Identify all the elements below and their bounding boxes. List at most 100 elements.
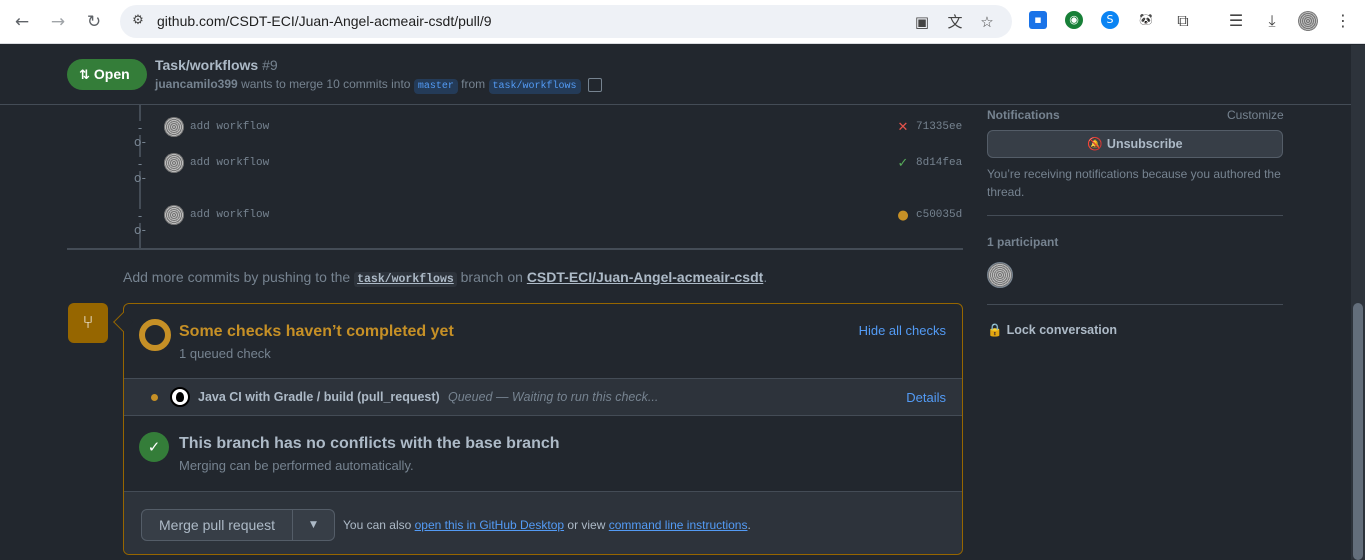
head-branch-label[interactable]: task/workflows	[488, 79, 581, 94]
github-desktop-link[interactable]: open this in GitHub Desktop	[415, 518, 564, 532]
pr-title[interactable]: Task/workflows #9	[155, 57, 278, 73]
commit-author-avatar[interactable]	[164, 117, 184, 137]
check-state: Queued — Waiting to run this check...	[448, 390, 659, 404]
commit-sha[interactable]: 71335ee	[916, 121, 962, 133]
merge-hint-suffix: .	[747, 518, 751, 532]
commit-message[interactable]: add workflow	[190, 157, 269, 169]
translate-icon[interactable]: 文	[945, 12, 965, 32]
commit-author-avatar[interactable]	[164, 205, 184, 225]
pr-state-badge: ⇅ Open	[67, 59, 147, 90]
check-row: Java CI with Gradle / build (pull_reques…	[124, 378, 962, 416]
checks-title: Some checks haven’t completed yet	[179, 323, 454, 340]
pull-request-icon: ⇅	[79, 68, 90, 83]
bell-slash-icon: 🔕	[1087, 136, 1103, 151]
checks-subtitle: 1 queued check	[179, 346, 271, 361]
lock-icon: 🔒	[987, 322, 1003, 337]
customize-link[interactable]: Customize	[1227, 108, 1284, 122]
install-icon[interactable]: ▣	[912, 12, 932, 32]
timeline-divider	[67, 248, 963, 250]
commit-sha[interactable]: 8d14fea	[916, 157, 962, 169]
reload-icon[interactable]: ↻	[82, 10, 106, 34]
pending-dot-icon[interactable]: ●	[896, 208, 910, 223]
extensions-icon[interactable]: ⧉	[1173, 10, 1193, 32]
bookmark-star-icon[interactable]: ☆	[977, 12, 997, 32]
lock-conversation-button[interactable]: 🔒 Lock conversation	[987, 322, 1117, 338]
push-note-branch[interactable]: task/workflows	[354, 272, 457, 287]
merge-hint: You can also open this in GitHub Desktop…	[343, 518, 751, 532]
check-details-link[interactable]: Details	[906, 390, 946, 405]
downloads-icon[interactable]: ⤓	[1262, 10, 1282, 32]
check-icon[interactable]: ✓	[896, 156, 910, 171]
pr-author-link[interactable]: juancamilo399	[155, 77, 238, 91]
commit-message[interactable]: add workflow	[190, 209, 269, 221]
pending-checks-icon	[139, 319, 171, 351]
copy-icon[interactable]	[587, 77, 602, 92]
extension-shazam-icon[interactable]: S	[1101, 11, 1119, 29]
github-pr-page: ⇅ Open Task/workflows #9 juancamilo399 wa…	[0, 45, 1351, 560]
hide-all-checks-link[interactable]: Hide all checks	[859, 323, 946, 338]
x-icon[interactable]: ✕	[896, 120, 910, 135]
unsubscribe-label: Unsubscribe	[1106, 137, 1183, 151]
queued-dot-icon	[151, 394, 158, 401]
extension-panda-icon[interactable]: 🐼	[1137, 11, 1155, 29]
check-name: Java CI with Gradle / build (pull_reques…	[198, 390, 440, 404]
commit-row: -o- add workflow ✓ 8d14fea	[133, 153, 963, 185]
commit-row: -o- add workflow ● c50035d	[133, 205, 963, 237]
lock-conversation-label: Lock conversation	[1006, 323, 1118, 337]
merge-hint-middle: or view	[567, 518, 606, 532]
pr-sticky-header: ⇅ Open Task/workflows #9 juancamilo399 wa…	[0, 45, 1351, 105]
pr-title-text[interactable]: Task/workflows	[155, 57, 258, 73]
media-icon[interactable]: ☰	[1226, 10, 1246, 32]
extension-screen-icon[interactable]: ▪	[1029, 11, 1047, 29]
push-note: Add more commits by pushing to the task/…	[123, 269, 768, 287]
push-note-repo-link[interactable]: CSDT-ECI/Juan-Angel-acmeair-csdt	[527, 269, 764, 285]
merge-box: Some checks haven’t completed yet 1 queu…	[113, 303, 963, 555]
git-merge-icon: ⑂	[68, 303, 108, 343]
command-line-instructions-link[interactable]: command line instructions	[609, 518, 748, 532]
merge-footer: Merge pull request ▼ You can also open t…	[124, 491, 962, 554]
participant-avatar[interactable]	[987, 262, 1013, 288]
site-settings-icon[interactable]: ⚙	[130, 13, 146, 29]
notifications-label: Notifications	[987, 108, 1060, 122]
unsubscribe-button[interactable]: 🔕 Unsubscribe	[987, 130, 1283, 158]
participants-label: 1 participant	[987, 235, 1059, 249]
push-note-middle: branch on	[460, 269, 523, 285]
commit-icon: -o-	[133, 121, 147, 149]
merge-box-caret	[113, 312, 133, 332]
commit-row: -o- add workflow ✕ 71335ee	[133, 117, 963, 149]
extension-green-icon[interactable]: ◉	[1065, 11, 1083, 29]
browser-toolbar: ← → ↻ ⚙ github.com/CSDT-ECI/Juan-Angel-a…	[0, 0, 1365, 44]
commit-message[interactable]: add workflow	[190, 121, 269, 133]
commit-icon: -o-	[133, 209, 147, 237]
notification-reason: You’re receiving notifications because y…	[987, 167, 1281, 199]
back-icon[interactable]: ←	[10, 10, 34, 34]
commit-sha[interactable]: c50035d	[916, 209, 962, 221]
sidebar-divider	[987, 304, 1283, 305]
merge-hint-prefix: You can also	[343, 518, 412, 532]
scrollbar-thumb[interactable]	[1353, 303, 1363, 560]
url-text[interactable]: github.com/CSDT-ECI/Juan-Angel-acmeair-c…	[157, 13, 492, 29]
forward-icon[interactable]: →	[46, 10, 70, 34]
pr-number: #9	[262, 57, 278, 73]
base-branch-label[interactable]: master	[413, 79, 458, 94]
github-logo-icon	[170, 387, 190, 407]
commit-icon: -o-	[133, 157, 147, 185]
sidebar-divider	[987, 215, 1283, 216]
commit-author-avatar[interactable]	[164, 153, 184, 173]
merge-method-dropdown[interactable]: ▼	[293, 509, 335, 541]
menu-icon[interactable]: ⋮	[1333, 10, 1353, 32]
triangle-down-icon: ▼	[310, 520, 317, 530]
push-note-suffix: .	[763, 269, 768, 285]
pr-from-text: from	[461, 77, 486, 91]
no-conflicts-title: This branch has no conflicts with the ba…	[179, 435, 560, 452]
pr-merge-text: wants to merge 10 commits into	[241, 77, 411, 91]
page-scrollbar[interactable]	[1351, 45, 1365, 560]
pr-state-label: Open	[93, 66, 130, 82]
no-conflicts-subtitle: Merging can be performed automatically.	[179, 458, 414, 473]
merge-pull-request-button[interactable]: Merge pull request	[141, 509, 293, 541]
profile-avatar[interactable]	[1298, 11, 1318, 31]
address-bar[interactable]: ⚙ github.com/CSDT-ECI/Juan-Angel-acmeair…	[120, 5, 1012, 38]
check-circle-icon: ✓	[139, 432, 169, 462]
pr-meta: juancamilo399 wants to merge 10 commits …	[155, 77, 602, 94]
push-note-prefix: Add more commits by pushing to the	[123, 269, 351, 285]
